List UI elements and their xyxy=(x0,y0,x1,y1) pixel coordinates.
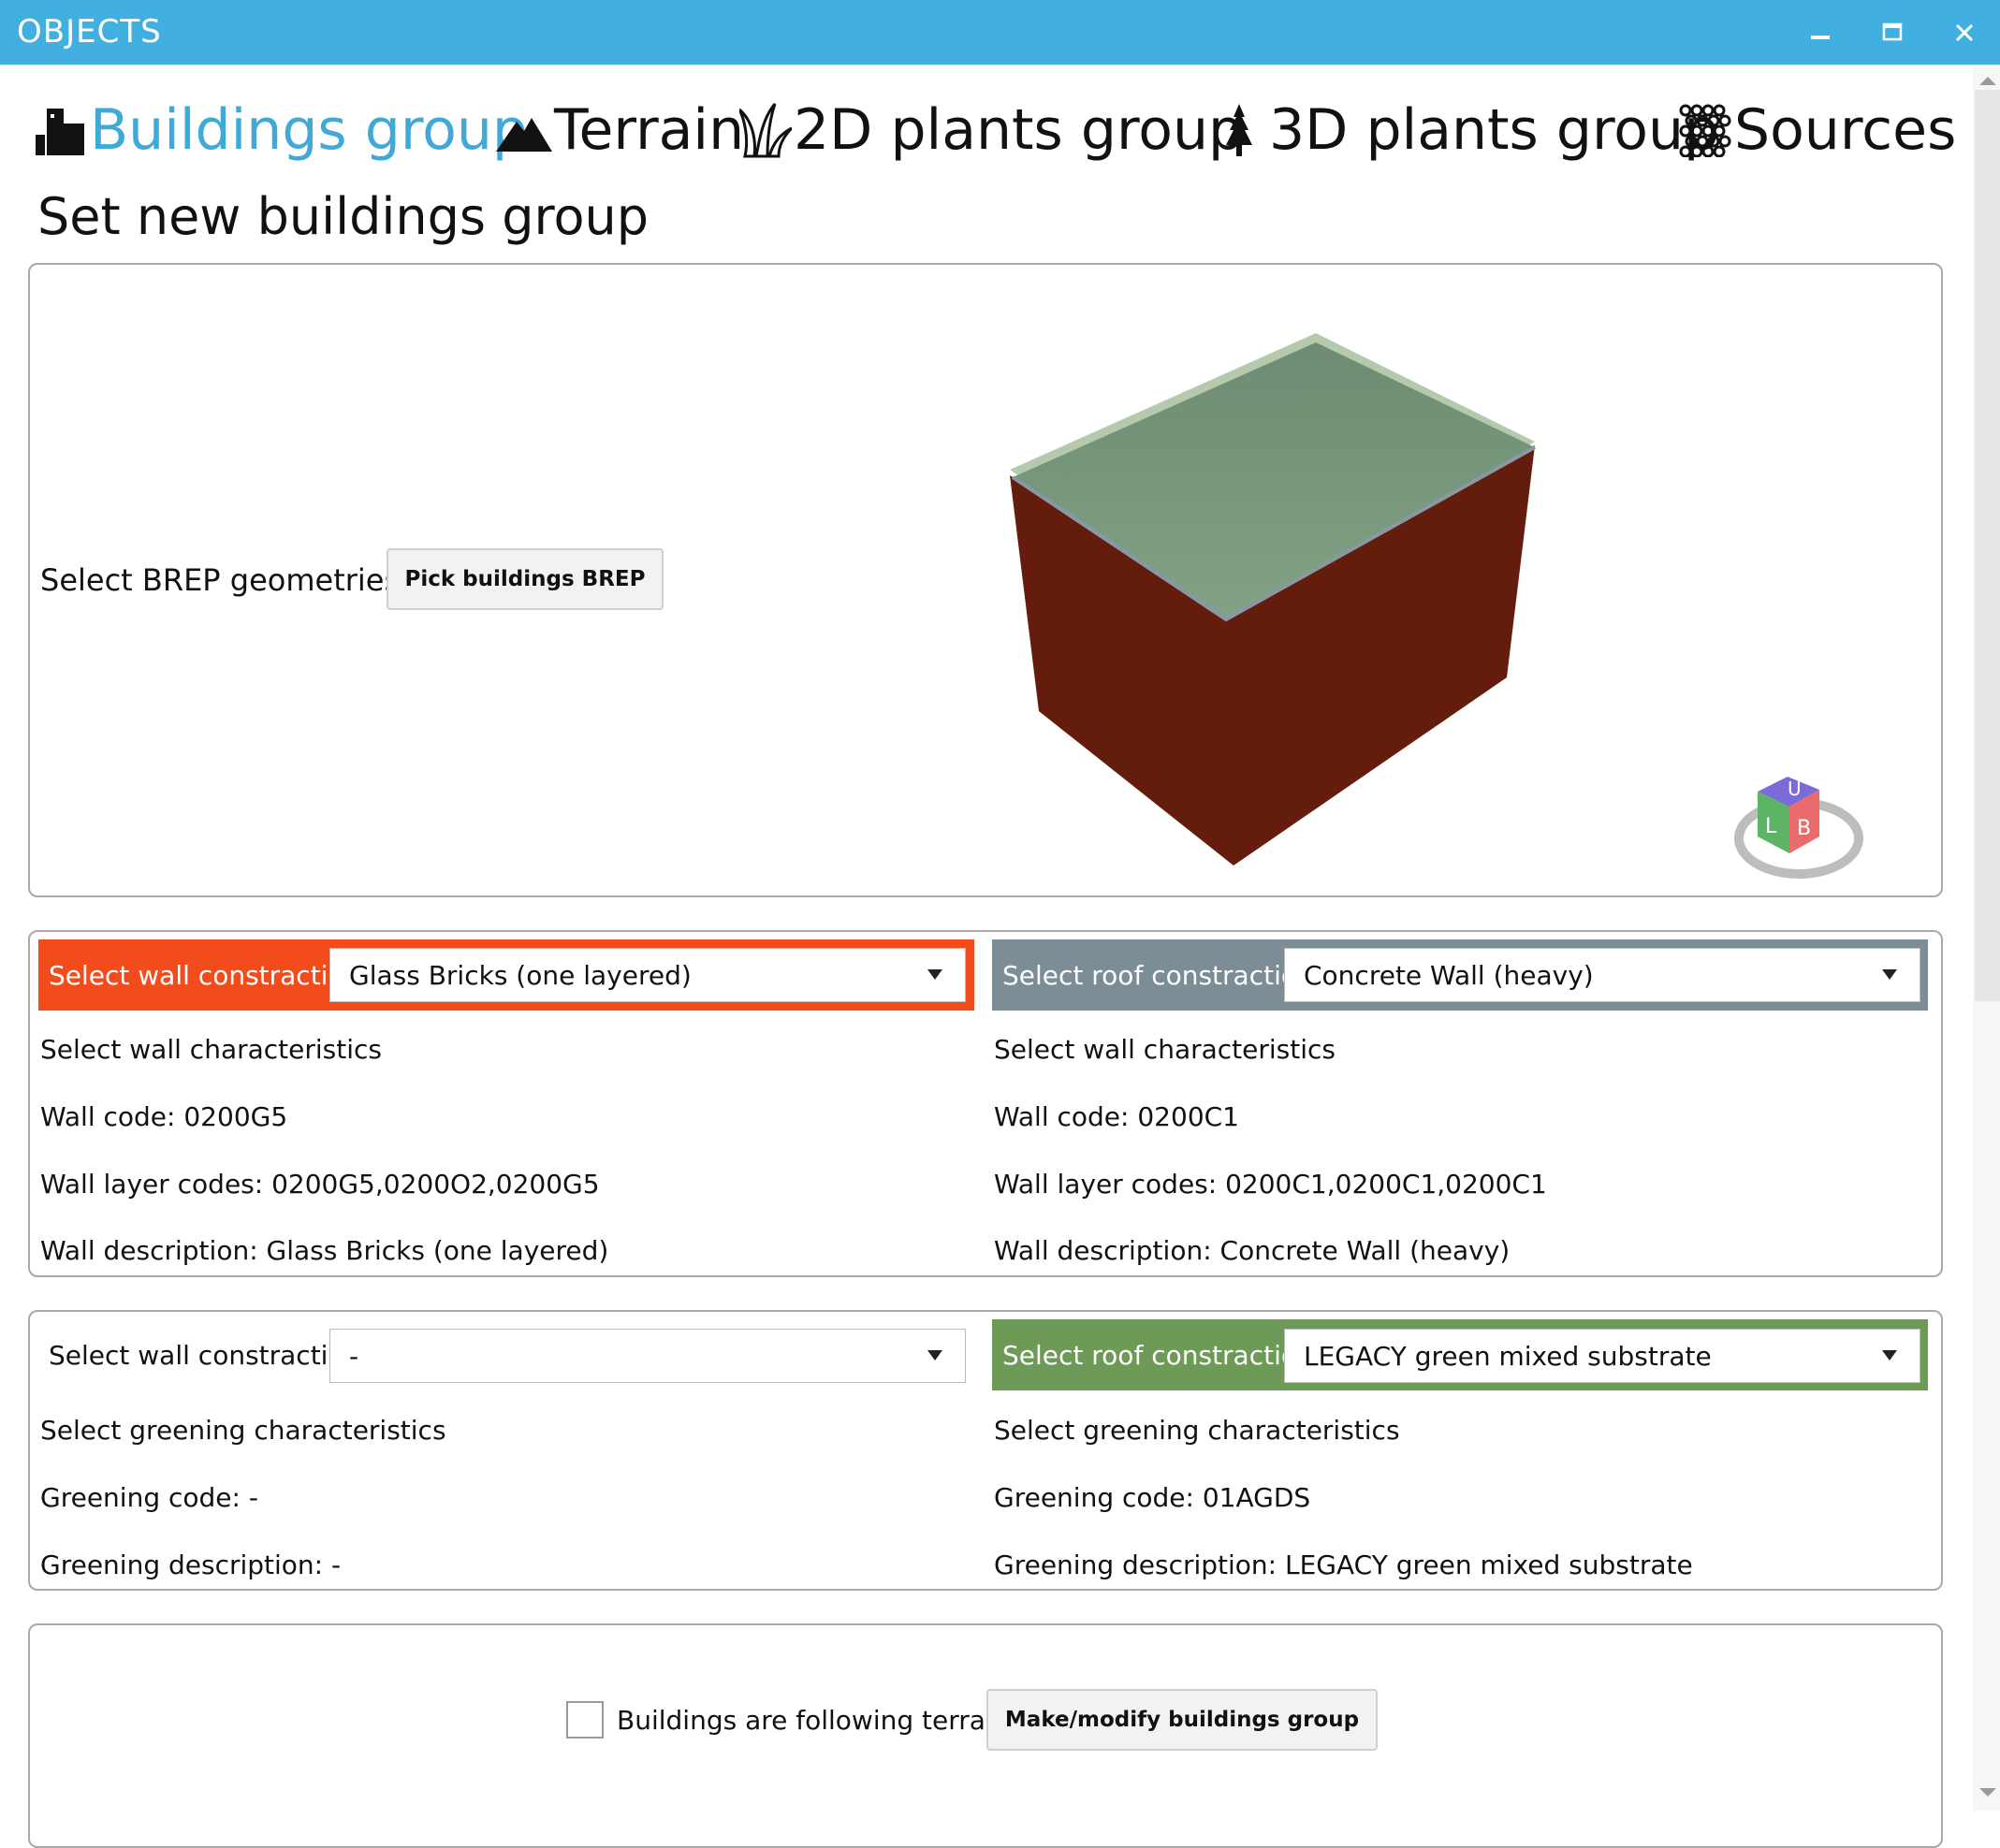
scroll-down-arrow[interactable] xyxy=(1975,1782,2000,1804)
terrain-following-label: Buildings are following terrain xyxy=(617,1705,1010,1736)
tab-3d-plants-group[interactable]: 3D plants group xyxy=(1219,97,1719,163)
tab-label: Buildings group xyxy=(90,97,528,163)
pick-buildings-brep-button[interactable]: Pick buildings BREP xyxy=(387,548,664,610)
window-title: OBJECTS xyxy=(17,13,162,51)
chevron-down-icon xyxy=(927,969,942,980)
chevron-down-icon xyxy=(1882,1350,1897,1361)
maximize-icon xyxy=(1882,22,1903,40)
view-cube-face-label: B xyxy=(1797,817,1811,840)
minimize-button[interactable] xyxy=(1788,0,1853,65)
wall-greening-code: Greening code: - xyxy=(40,1482,258,1513)
roof-greening-description: Greening description: LEGACY green mixed… xyxy=(994,1550,1693,1580)
tab-label: 2D plants group xyxy=(794,97,1245,163)
view-cube-face-label: L xyxy=(1765,815,1777,838)
tab-2d-plants-group[interactable]: 2D plants group xyxy=(739,97,1244,163)
tree-icon xyxy=(1226,104,1252,156)
buildings-icon xyxy=(36,109,84,155)
roof-greening-label: Select roof constraction xyxy=(1002,1339,1314,1371)
tab-sources[interactable]: Sources xyxy=(1678,97,1956,163)
scroll-up-arrow[interactable] xyxy=(1975,69,2000,92)
dropdown-value: Glass Bricks (one layered) xyxy=(349,959,692,991)
dropdown-value: - xyxy=(349,1340,359,1372)
dropdown-value: LEGACY green mixed substrate xyxy=(1304,1340,1712,1372)
brep-geometries-label: Select BREP geometries xyxy=(40,562,401,598)
close-button[interactable] xyxy=(1932,0,1997,65)
dropdown-value: Concrete Wall (heavy) xyxy=(1304,959,1594,991)
wall-code: Wall code: 0200G5 xyxy=(40,1101,288,1132)
wall-greening-description: Greening description: - xyxy=(40,1550,342,1580)
building-3d-viewport[interactable] xyxy=(992,327,1554,880)
make-modify-buildings-group-button[interactable]: Make/modify buildings group xyxy=(986,1689,1378,1751)
roof-construction-dropdown[interactable]: Concrete Wall (heavy) xyxy=(1284,948,1920,1002)
roof-wall-description: Wall description: Concrete Wall (heavy) xyxy=(994,1235,1511,1266)
wall-description: Wall description: Glass Bricks (one laye… xyxy=(40,1235,609,1266)
close-icon xyxy=(1955,23,1974,41)
actions-panel xyxy=(28,1623,1943,1848)
wall-greening-characteristics-title: Select greening characteristics xyxy=(40,1415,446,1446)
roof-greening-code: Greening code: 01AGDS xyxy=(994,1482,1311,1513)
tab-buildings-group[interactable]: Buildings group xyxy=(34,97,528,163)
scrollbar-thumb[interactable] xyxy=(1975,90,2000,1001)
minimize-icon xyxy=(1811,35,1830,39)
roof-construction-label: Select roof constraction xyxy=(1002,959,1314,991)
tab-terrain[interactable]: Terrain xyxy=(496,97,744,163)
roof-characteristics-title: Select wall characteristics xyxy=(994,1034,1336,1065)
wall-characteristics-title: Select wall characteristics xyxy=(40,1034,382,1065)
wall-greening-label: Select wall constraction xyxy=(49,1339,361,1371)
wall-greening-dropdown[interactable]: - xyxy=(329,1329,966,1383)
mountain-icon xyxy=(496,118,552,152)
wall-construction-label: Select wall constraction xyxy=(49,959,361,991)
roof-wall-layer-codes: Wall layer codes: 0200C1,0200C1,0200C1 xyxy=(994,1169,1547,1200)
view-cube-face-label: U xyxy=(1788,778,1802,800)
page-title: Set new buildings group xyxy=(37,187,650,246)
chevron-down-icon xyxy=(1882,969,1897,980)
roof-greening-dropdown[interactable]: LEGACY green mixed substrate xyxy=(1284,1329,1920,1383)
dots-grid-icon xyxy=(1679,104,1731,157)
roof-wall-code: Wall code: 0200C1 xyxy=(994,1101,1239,1132)
view-cube-icon[interactable]: U L B xyxy=(1733,767,1864,889)
wall-layer-codes: Wall layer codes: 0200G5,0200O2,0200G5 xyxy=(40,1169,600,1200)
roof-greening-characteristics-title: Select greening characteristics xyxy=(994,1415,1400,1446)
tab-label: 3D plants group xyxy=(1269,97,1720,163)
title-bar: OBJECTS xyxy=(0,0,2000,65)
maximize-button[interactable] xyxy=(1860,0,1925,65)
chevron-down-icon xyxy=(927,1350,942,1361)
chevron-up-icon xyxy=(1978,77,1996,85)
grass-icon xyxy=(739,103,792,158)
chevron-down-icon xyxy=(1978,1788,1996,1797)
wall-construction-dropdown[interactable]: Glass Bricks (one layered) xyxy=(329,948,966,1002)
tab-label: Sources xyxy=(1734,97,1957,163)
tab-label: Terrain xyxy=(554,97,745,163)
terrain-following-checkbox[interactable] xyxy=(566,1701,604,1739)
